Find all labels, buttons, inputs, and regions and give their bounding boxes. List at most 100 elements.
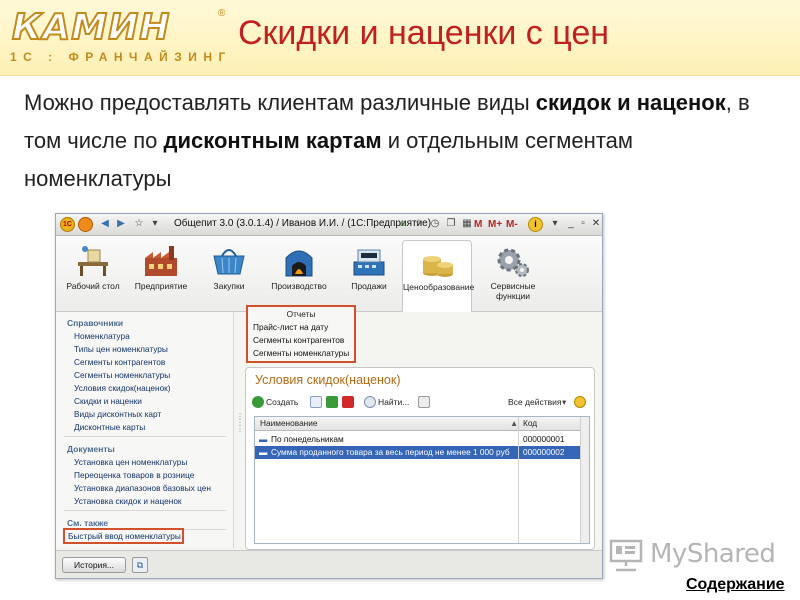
star-list-icon[interactable]: ☆ bbox=[412, 217, 426, 231]
find-button[interactable]: Найти... bbox=[378, 395, 409, 410]
section-pricing[interactable]: Ценообразование bbox=[402, 240, 475, 312]
nav-item[interactable]: Номенклатура bbox=[74, 331, 130, 341]
window-title: Общепит 3.0 (3.0.1.4) / Иванов И.И. / (1… bbox=[174, 218, 432, 229]
nav-separator bbox=[64, 436, 226, 437]
main-menu-icon[interactable] bbox=[78, 217, 93, 232]
star-icon[interactable]: ☆ bbox=[132, 217, 146, 231]
nav-item[interactable]: Установка диапазонов базовых цен bbox=[74, 483, 211, 493]
panel-splitter[interactable]: ⋮ ⋮ ⋮ bbox=[236, 413, 244, 454]
calculator-icon[interactable]: ▦ bbox=[460, 217, 474, 231]
forward-arrow-icon[interactable]: ▶ bbox=[114, 217, 128, 231]
section-production[interactable]: Производство bbox=[264, 240, 334, 310]
nav-item[interactable]: Типы цен номенклатуры bbox=[74, 344, 168, 354]
history-icon[interactable]: ◷ bbox=[428, 217, 442, 231]
all-actions-button[interactable]: Все действия bbox=[508, 395, 561, 410]
nav-separator bbox=[64, 510, 226, 511]
body-text-bold: скидок и наценок bbox=[535, 90, 726, 115]
chevron-down-icon[interactable]: ▾ bbox=[562, 395, 566, 410]
section-label: Предприятие bbox=[134, 281, 188, 291]
report-link[interactable]: Сегменты контрагентов bbox=[253, 335, 344, 345]
reports-title: Отчеты bbox=[286, 309, 316, 319]
dropdown-arrow-icon[interactable]: ▾ bbox=[548, 217, 562, 231]
myshared-watermark: MyShared bbox=[606, 536, 776, 576]
form-toolbar: Создать Найти... Все действия ▾ bbox=[252, 394, 588, 412]
cash-register-icon bbox=[353, 249, 385, 276]
app-window: 1С ◀ ▶ ☆ ▾ Общепит 3.0 (3.0.1.4) / Ивано… bbox=[55, 213, 603, 579]
nav-item[interactable]: Установка скидок и наценок bbox=[74, 496, 182, 506]
memory-plus-button[interactable]: M+ bbox=[488, 217, 502, 232]
nav-item[interactable]: Сегменты контрагентов bbox=[74, 357, 165, 367]
nav-item[interactable]: Дисконтные карты bbox=[74, 422, 145, 432]
help-icon[interactable] bbox=[574, 396, 586, 408]
cancel-search-icon[interactable] bbox=[418, 396, 430, 408]
column-divider bbox=[518, 417, 519, 543]
memory-minus-button[interactable]: M- bbox=[506, 217, 518, 232]
create-icon bbox=[252, 396, 264, 408]
contents-link[interactable]: Содержание bbox=[686, 576, 785, 594]
nav-item[interactable]: Скидки и наценки bbox=[74, 396, 142, 406]
section-label: Закупки bbox=[213, 281, 245, 291]
discount-conditions-form: Условия скидок(наценок) Создать Найти...… bbox=[245, 367, 595, 550]
close-icon[interactable]: ✕ bbox=[589, 217, 602, 231]
table-row-selected[interactable]: ▬ Сумма проданного товара за весь период… bbox=[255, 446, 589, 459]
section-service[interactable]: Сервисные функции bbox=[478, 240, 548, 310]
section-label: Рабочий стол bbox=[66, 281, 120, 291]
section-sales[interactable]: Продажи bbox=[334, 240, 404, 310]
dropdown-arrow-icon[interactable]: ▾ bbox=[148, 217, 162, 231]
column-header-name[interactable]: Наименование bbox=[260, 418, 318, 428]
history-button[interactable]: История... bbox=[62, 557, 126, 573]
report-link[interactable]: Сегменты номенклатуры bbox=[253, 348, 349, 358]
report-link[interactable]: Прайс-лист на дату bbox=[253, 322, 328, 332]
nav-item[interactable]: Переоценка товаров в рознице bbox=[74, 470, 194, 480]
home-icon[interactable]: ⌂ bbox=[396, 217, 410, 231]
conditions-table: Наименование ▲ Код ▬ По понедельникам 00… bbox=[254, 416, 590, 544]
desk-icon bbox=[78, 246, 108, 276]
info-icon[interactable]: i bbox=[528, 217, 543, 232]
nav-item[interactable]: Сегменты номенклатуры bbox=[74, 370, 170, 380]
basket-icon bbox=[213, 249, 245, 275]
delete-icon[interactable] bbox=[342, 396, 354, 408]
nav-group-title: Документы bbox=[67, 444, 115, 454]
gears-icon bbox=[497, 248, 529, 277]
row-marker-icon: ▬ bbox=[259, 447, 268, 457]
nav-item[interactable]: Условия скидок(наценок) bbox=[74, 383, 171, 393]
body-text-bold: дисконтным картам bbox=[163, 128, 382, 153]
slide-title: Скидки и наценки с цен bbox=[238, 14, 610, 52]
find-icon bbox=[364, 396, 376, 408]
1c-logo-icon[interactable]: 1С bbox=[60, 217, 75, 232]
column-header-code[interactable]: Код bbox=[523, 418, 537, 428]
cell-code: 000000001 bbox=[523, 434, 565, 444]
copy-icon[interactable]: ❐ bbox=[444, 217, 458, 231]
nav-group-title: Справочники bbox=[67, 318, 124, 328]
cell-name: По понедельникам bbox=[271, 434, 344, 444]
section-desktop[interactable]: Рабочий стол bbox=[58, 240, 128, 310]
window-titlebar: 1С ◀ ▶ ☆ ▾ Общепит 3.0 (3.0.1.4) / Ивано… bbox=[56, 214, 602, 236]
create-button[interactable]: Создать bbox=[266, 395, 298, 410]
logo-registered-mark: ® bbox=[218, 8, 226, 19]
memory-m-button[interactable]: M bbox=[474, 217, 482, 232]
table-scrollbar[interactable] bbox=[580, 417, 589, 543]
nav-item[interactable]: Установка цен номенклатуры bbox=[74, 457, 187, 467]
oven-icon bbox=[285, 250, 313, 277]
nav-group-title: См. также bbox=[67, 518, 108, 528]
edit-icon[interactable] bbox=[326, 396, 338, 408]
section-label: Ценообразование bbox=[403, 282, 475, 292]
maximize-icon[interactable]: ▫ bbox=[576, 217, 590, 231]
factory-icon bbox=[145, 246, 177, 276]
section-enterprise[interactable]: Предприятие bbox=[126, 240, 196, 310]
form-title: Условия скидок(наценок) bbox=[255, 373, 401, 387]
window-statusbar: История... ⧉ bbox=[56, 550, 602, 578]
nav-item[interactable]: Виды дисконтных карт bbox=[74, 409, 161, 419]
kamin-logo: КАМИН ® 1С : ФРАНЧАЙЗИНГ bbox=[10, 6, 230, 66]
windows-list-icon[interactable]: ⧉ bbox=[132, 557, 148, 573]
back-arrow-icon[interactable]: ◀ bbox=[98, 217, 112, 231]
section-purchases[interactable]: Закупки bbox=[194, 240, 264, 310]
presentation-board-icon bbox=[609, 539, 643, 572]
nav-item-fast-entry[interactable]: Быстрый ввод номенклатуры bbox=[63, 528, 184, 544]
slide-header: КАМИН ® 1С : ФРАНЧАЙЗИНГ Скидки и наценк… bbox=[0, 0, 800, 76]
table-row[interactable]: ▬ По понедельникам 000000001 bbox=[255, 433, 589, 446]
row-marker-icon: ▬ bbox=[259, 434, 268, 444]
slide-body-text: Можно предоставлять клиентам различные в… bbox=[24, 84, 784, 198]
table-header: Наименование ▲ Код bbox=[255, 417, 589, 431]
copy-icon[interactable] bbox=[310, 396, 322, 408]
